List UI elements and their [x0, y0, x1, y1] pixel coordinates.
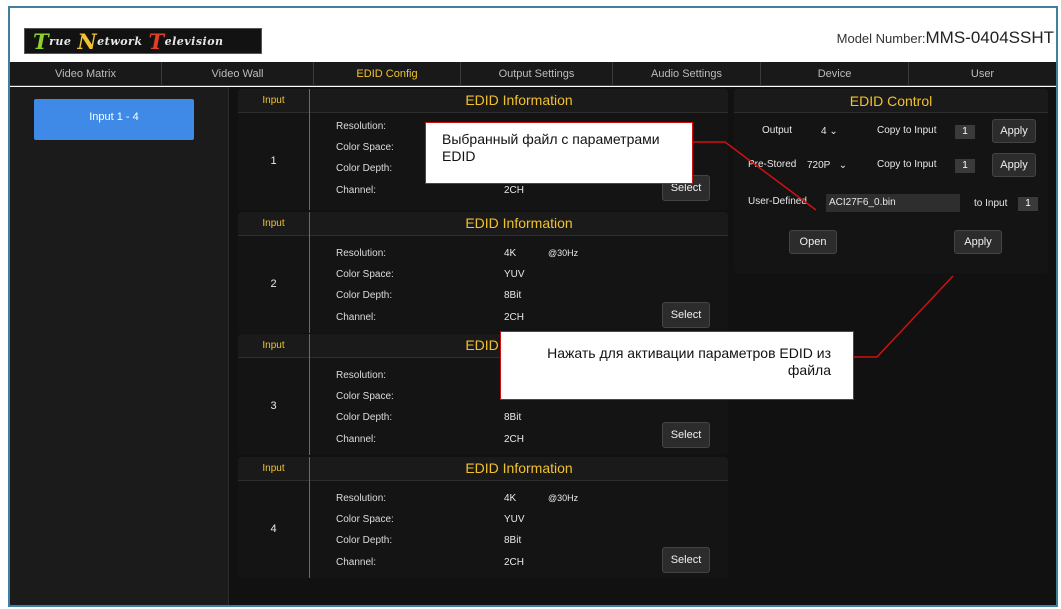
select-button[interactable]: Select [662, 422, 710, 448]
resolution-value: 4K [504, 248, 517, 259]
brand-logo: True Network Television [24, 28, 262, 54]
color-space-label: Color Space: [336, 142, 394, 153]
channel-label: Channel: [336, 434, 377, 445]
color-depth-value: 8Bit [504, 535, 522, 546]
output-select-value: 4 [821, 126, 827, 137]
resolution-value: 4K [504, 493, 517, 504]
color-depth-label: Color Depth: [336, 163, 393, 174]
channel-label: Channel: [336, 185, 377, 196]
color-depth-value: 8Bit [504, 290, 522, 301]
user-defined-file-field[interactable]: ACI27F6_0.bin [826, 194, 960, 212]
edid-control-panel: EDID Control Output 4 ⌄ Copy to Input 1 … [734, 89, 1048, 273]
model-number-label: Model Number: [836, 31, 926, 46]
nav-user[interactable]: User [909, 62, 1056, 86]
panel-header-title: EDID Information [465, 460, 573, 476]
to-input-field[interactable]: 1 [1018, 197, 1038, 211]
nav-video-matrix[interactable]: Video Matrix [10, 62, 162, 86]
app-window: True Network Television Model Number:MMS… [8, 6, 1058, 607]
panel-header-input: Input [238, 334, 310, 358]
color-space-label: Color Space: [336, 269, 394, 280]
input-number: 4 [238, 481, 310, 578]
panel-body: 4 Resolution: Color Space: Color Depth: … [238, 481, 728, 578]
logo-letter: T [33, 28, 50, 54]
main-nav: Video Matrix Video Wall EDID Config Outp… [10, 62, 1056, 86]
logo-word: rue [49, 34, 72, 48]
apply-pre-stored-button[interactable]: Apply [992, 153, 1036, 177]
channel-label: Channel: [336, 557, 377, 568]
input-number: 1 [238, 113, 310, 210]
panel-header-title: EDID Information [465, 215, 573, 231]
channel-value: 2CH [504, 557, 525, 568]
edid-panel-input-4: Input EDID Information 4 Resolution: Col… [238, 457, 728, 578]
apply-user-defined-button[interactable]: Apply [954, 230, 1002, 254]
copy-to-input-label: Copy to Input [877, 125, 937, 136]
apply-copy-button[interactable]: Apply [992, 119, 1036, 143]
panel-header-input: Input [238, 212, 310, 236]
logo-word: etwork [97, 34, 143, 48]
output-label: Output [762, 125, 793, 136]
color-space-label: Color Space: [336, 514, 394, 525]
edid-panel-input-2: Input EDID Information 2 Resolution: Col… [238, 212, 728, 333]
nav-edid-config[interactable]: EDID Config [314, 62, 461, 86]
panel-header-input: Input [238, 457, 310, 481]
pre-stored-select[interactable]: 720P ⌄ [804, 157, 870, 175]
color-depth-label: Color Depth: [336, 535, 393, 546]
logo-letter: T [148, 28, 165, 54]
color-space-label: Color Space: [336, 391, 394, 402]
logo-word: elevision [164, 34, 224, 48]
refresh-rate-value: @30Hz [548, 248, 579, 258]
resolution-label: Resolution: [336, 248, 387, 259]
panel-header: Input EDID Information [238, 89, 728, 113]
refresh-rate-value: @30Hz [548, 493, 579, 503]
select-button[interactable]: Select [662, 302, 710, 328]
channel-value: 2CH [504, 434, 525, 445]
header: True Network Television Model Number:MMS… [10, 8, 1056, 62]
nav-output-settings[interactable]: Output Settings [461, 62, 613, 86]
sidebar: Input 1 - 4 [10, 87, 229, 605]
channel-value: 2CH [504, 185, 525, 196]
to-input-label: to Input [974, 198, 1008, 209]
chevron-down-icon: ⌄ [829, 126, 838, 137]
color-space-value: YUV [504, 514, 525, 525]
panel-header: Input EDID Information [238, 212, 728, 236]
color-depth-label: Color Depth: [336, 290, 393, 301]
channel-label: Channel: [336, 312, 377, 323]
copy-to-input-label: Copy to Input [877, 159, 937, 170]
open-button[interactable]: Open [789, 230, 837, 254]
edid-control-body: Output 4 ⌄ Copy to Input 1 Apply Pre-Sto… [734, 113, 1048, 273]
channel-value: 2CH [504, 312, 525, 323]
callout-selected-file: Выбранный файл с параметрами EDID [425, 122, 693, 184]
panel-header: Input EDID Information [238, 457, 728, 481]
logo-letter: N [77, 28, 98, 54]
resolution-label: Resolution: [336, 370, 387, 381]
model-number-value: MMS-0404SSHT [925, 28, 1054, 47]
callout-apply-hint: Нажать для активации параметров EDID из … [500, 331, 854, 400]
color-depth-value: 8Bit [504, 412, 522, 423]
pre-stored-label: Pre-Stored [748, 159, 797, 170]
input-number: 3 [238, 358, 310, 455]
nav-audio-settings[interactable]: Audio Settings [613, 62, 761, 86]
nav-video-wall[interactable]: Video Wall [162, 62, 314, 86]
user-defined-label: User-Defined [748, 196, 807, 207]
output-select[interactable]: 4 ⌄ [818, 123, 848, 141]
panel-header-title: EDID Information [465, 92, 573, 108]
copy-to-input-field[interactable]: 1 [955, 159, 975, 173]
color-space-value: YUV [504, 269, 525, 280]
sidebar-item-input-1-4[interactable]: Input 1 - 4 [34, 99, 194, 140]
select-button[interactable]: Select [662, 547, 710, 573]
nav-device[interactable]: Device [761, 62, 909, 86]
chevron-down-icon: ⌄ [838, 160, 848, 171]
model-number: Model Number:MMS-0404SSHT [837, 28, 1054, 48]
edid-control-title: EDID Control [734, 89, 1048, 113]
resolution-label: Resolution: [336, 121, 387, 132]
input-number: 2 [238, 236, 310, 333]
copy-to-input-field[interactable]: 1 [955, 125, 975, 139]
resolution-label: Resolution: [336, 493, 387, 504]
panel-body: 2 Resolution: Color Space: Color Depth: … [238, 236, 728, 333]
panel-header-input: Input [238, 89, 310, 113]
pre-stored-select-value: 720P [807, 160, 831, 171]
color-depth-label: Color Depth: [336, 412, 393, 423]
